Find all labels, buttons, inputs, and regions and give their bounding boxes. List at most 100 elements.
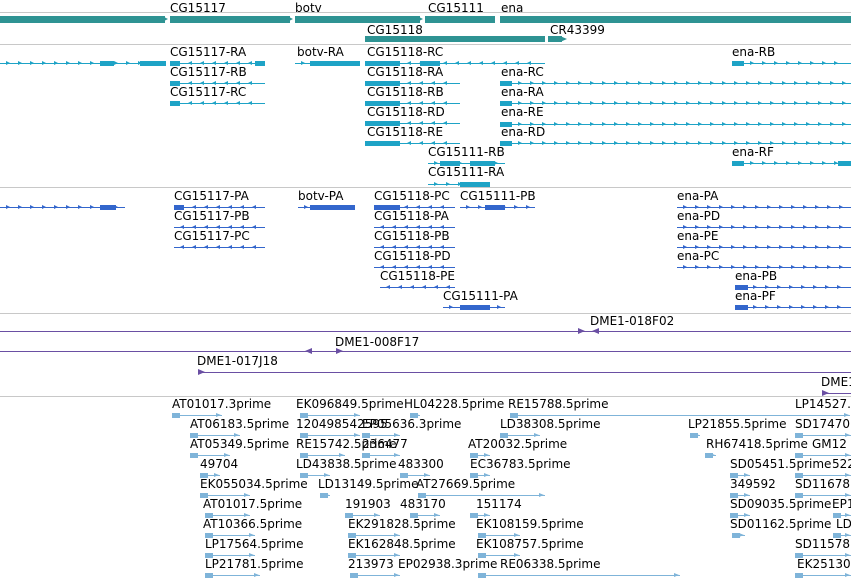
strand-arrow-icon[interactable] — [371, 141, 375, 145]
strand-arrow-icon[interactable] — [750, 61, 754, 65]
strand-arrow-icon[interactable] — [845, 532, 850, 537]
strand-arrow-icon[interactable] — [731, 225, 735, 229]
feature-label[interactable]: CG15117-RB — [170, 66, 247, 79]
strand-arrow-icon[interactable] — [228, 245, 232, 249]
strand-arrow-icon[interactable] — [114, 205, 118, 209]
strand-arrow-icon[interactable] — [818, 81, 822, 85]
strand-arrow-icon[interactable] — [818, 101, 822, 105]
strand-arrow-icon[interactable] — [214, 472, 219, 477]
strand-arrow-icon[interactable] — [467, 61, 471, 65]
feature-label[interactable]: LD43838.5prime — [296, 458, 397, 471]
strand-arrow-icon[interactable] — [686, 141, 690, 145]
strand-arrow-icon[interactable] — [710, 122, 714, 126]
strand-arrow-icon[interactable] — [822, 61, 826, 65]
strand-arrow-icon[interactable] — [566, 122, 570, 126]
strand-arrow-icon[interactable] — [78, 205, 82, 209]
feature-label[interactable]: SD05451.5prime — [730, 458, 831, 471]
feature-label[interactable]: CG15118-RA — [367, 66, 443, 79]
feature-line[interactable] — [380, 287, 455, 288]
feature-label[interactable]: EK291828.5prime — [348, 518, 456, 531]
strand-arrow-icon[interactable] — [825, 305, 829, 309]
strand-arrow-icon[interactable] — [192, 245, 196, 249]
feature-line[interactable] — [795, 575, 851, 576]
feature-label[interactable]: CG15118-PD — [374, 250, 451, 263]
strand-arrow-icon[interactable] — [707, 265, 711, 269]
strand-arrow-icon[interactable] — [514, 532, 519, 537]
feature-block[interactable] — [838, 160, 851, 166]
strand-arrow-icon[interactable] — [698, 141, 702, 145]
feature-line[interactable] — [300, 415, 360, 416]
feature-label[interactable]: CG15111 — [428, 2, 484, 15]
feature-label[interactable]: LD38308.5prime — [500, 418, 601, 431]
strand-arrow-icon[interactable] — [803, 205, 807, 209]
strand-arrow-icon[interactable] — [837, 305, 841, 309]
strand-arrow-icon[interactable] — [394, 452, 399, 457]
strand-arrow-icon[interactable] — [419, 141, 423, 145]
feature-label[interactable]: CG15118-PE — [380, 270, 455, 283]
strand-arrow-icon[interactable] — [662, 122, 666, 126]
strand-arrow-icon[interactable] — [216, 245, 220, 249]
strand-arrow-icon[interactable] — [842, 141, 846, 145]
feature-label[interactable]: DME1-018F02 — [590, 315, 674, 328]
feature-label[interactable]: CG15118-RD — [367, 106, 445, 119]
feature-label[interactable]: ena — [501, 2, 523, 15]
strand-arrow-icon[interactable] — [777, 285, 781, 289]
strand-arrow-icon[interactable] — [750, 161, 754, 165]
strand-arrow-icon[interactable] — [42, 205, 46, 209]
feature-label[interactable]: CR43399 — [550, 24, 605, 37]
strand-arrow-icon[interactable] — [244, 492, 249, 497]
strand-arrow-icon[interactable] — [473, 305, 477, 309]
feature-label[interactable]: ena-PD — [677, 210, 720, 223]
strand-arrow-icon[interactable] — [722, 81, 726, 85]
strand-arrow-icon[interactable] — [782, 81, 786, 85]
strand-arrow-icon[interactable] — [818, 141, 822, 145]
feature-line[interactable] — [677, 247, 851, 248]
strand-arrow-icon[interactable] — [674, 101, 678, 105]
feature-label[interactable]: EK108159.5prime — [476, 518, 584, 531]
strand-arrow-icon[interactable] — [845, 492, 850, 497]
feature-label[interactable]: EP05636.3prime — [362, 418, 461, 431]
feature-block[interactable] — [295, 15, 420, 23]
strand-arrow-icon[interactable] — [830, 141, 834, 145]
strand-arrow-icon[interactable] — [845, 572, 850, 577]
strand-arrow-icon[interactable] — [240, 245, 244, 249]
feature-label[interactable]: CG15111-RA — [428, 166, 504, 179]
feature-label[interactable]: CG15117-PC — [174, 230, 250, 243]
feature-label[interactable]: 49704 — [200, 458, 238, 471]
strand-arrow-icon[interactable] — [339, 452, 344, 457]
strand-arrow-icon[interactable] — [746, 81, 750, 85]
feature-label[interactable]: AT01017.3prime — [172, 398, 271, 411]
strand-arrow-icon[interactable] — [743, 225, 747, 229]
feature-label[interactable]: EP02938.3prime — [398, 558, 497, 571]
strand-arrow-icon[interactable] — [324, 492, 329, 497]
strand-arrow-icon[interactable] — [287, 16, 293, 22]
strand-arrow-icon[interactable] — [803, 225, 807, 229]
strand-arrow-icon[interactable] — [779, 245, 783, 249]
feature-label[interactable]: AT20032.5prime — [468, 438, 567, 451]
strand-arrow-icon[interactable] — [602, 81, 606, 85]
strand-arrow-icon[interactable] — [554, 101, 558, 105]
strand-arrow-icon[interactable] — [626, 122, 630, 126]
strand-arrow-icon[interactable] — [683, 265, 687, 269]
strand-arrow-icon[interactable] — [743, 245, 747, 249]
feature-label[interactable]: ena-RC — [501, 66, 544, 79]
strand-arrow-icon[interactable] — [738, 161, 742, 165]
strand-arrow-icon[interactable] — [801, 285, 805, 289]
strand-arrow-icon[interactable] — [779, 225, 783, 229]
strand-arrow-icon[interactable] — [578, 101, 582, 105]
strand-arrow-icon[interactable] — [794, 101, 798, 105]
strand-arrow-icon[interactable] — [698, 122, 702, 126]
strand-arrow-icon[interactable] — [354, 432, 359, 437]
feature-label[interactable]: CG15118 — [367, 24, 423, 37]
strand-arrow-icon[interactable] — [248, 61, 252, 65]
strand-arrow-icon[interactable] — [484, 472, 489, 477]
strand-arrow-icon[interactable] — [180, 245, 184, 249]
strand-arrow-icon[interactable] — [834, 61, 838, 65]
strand-arrow-icon[interactable] — [767, 245, 771, 249]
strand-arrow-icon[interactable] — [443, 121, 447, 125]
strand-arrow-icon[interactable] — [414, 412, 419, 417]
strand-arrow-icon[interactable] — [482, 182, 486, 186]
strand-arrow-icon[interactable] — [830, 81, 834, 85]
strand-arrow-icon[interactable] — [827, 265, 831, 269]
strand-arrow-icon[interactable] — [424, 472, 429, 477]
